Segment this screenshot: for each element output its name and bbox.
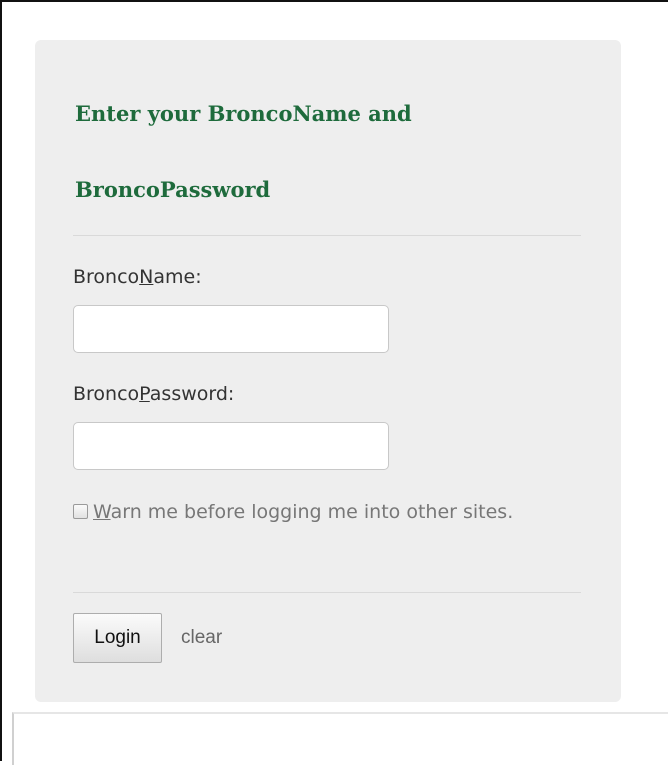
broncopassword-label-accesskey: P — [139, 383, 150, 405]
broncopassword-label: BroncoPassword: — [73, 383, 234, 405]
bronconame-label: BroncoName: — [73, 266, 202, 288]
broncopassword-input[interactable] — [73, 422, 389, 470]
bronconame-label-suffix: ame: — [153, 266, 202, 288]
bronconame-label-accesskey: N — [139, 266, 154, 288]
heading-divider — [73, 235, 581, 236]
warn-option: Warn me before logging me into other sit… — [73, 492, 553, 532]
login-panel: Enter your BroncoName and BroncoPassword… — [35, 40, 621, 702]
page-footer-area — [12, 712, 668, 765]
login-button[interactable]: Login — [73, 613, 162, 663]
actions-divider — [73, 592, 581, 593]
warn-checkbox[interactable] — [73, 504, 88, 519]
warn-label-accesskey: W — [93, 501, 111, 523]
bronconame-input[interactable] — [73, 305, 389, 353]
broncopassword-label-suffix: assword: — [149, 383, 235, 405]
clear-link[interactable]: clear — [181, 627, 222, 649]
broncopassword-label-prefix: Bronco — [73, 383, 140, 405]
login-heading-line-1: Enter your BroncoName and — [75, 101, 412, 126]
page-frame: Enter your BroncoName and BroncoPassword… — [0, 0, 668, 765]
warn-label[interactable]: arn me before logging me into other site… — [111, 501, 514, 523]
login-heading: Enter your BroncoName and BroncoPassword — [75, 94, 575, 210]
bronconame-label-prefix: Bronco — [73, 266, 140, 288]
login-heading-line-2: BroncoPassword — [75, 177, 271, 202]
